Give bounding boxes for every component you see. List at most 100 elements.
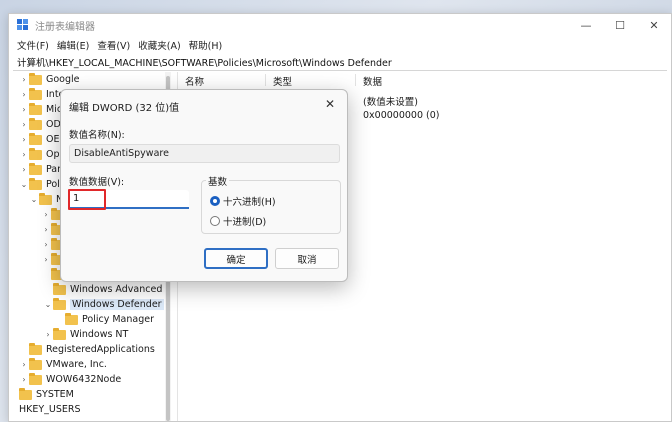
tree-item[interactable]: HKEY_USERS xyxy=(9,402,81,417)
tree-item-label: Par xyxy=(46,164,62,175)
column-divider[interactable] xyxy=(355,74,356,86)
menu-file[interactable]: 文件(F) xyxy=(17,38,49,52)
tree-item-label: RegisteredApplications xyxy=(46,344,155,355)
chevron-right-icon[interactable]: › xyxy=(19,150,29,159)
tree-item[interactable]: Policy Manager xyxy=(55,312,154,327)
tree-item-label: WOW6432Node xyxy=(46,374,122,385)
tree-item[interactable]: SYSTEM xyxy=(9,387,74,402)
chevron-right-icon[interactable]: › xyxy=(41,240,51,249)
base-groupbox: 基数 十六进制(H) 十进制(D) xyxy=(201,174,341,234)
radio-selected-icon[interactable] xyxy=(210,196,220,206)
chevron-right-icon[interactable]: › xyxy=(19,105,29,114)
minimize-button[interactable]: — xyxy=(569,14,603,36)
tree-item[interactable]: › WOW6432Node xyxy=(19,372,121,387)
dialog-close-icon[interactable]: ✕ xyxy=(320,95,340,113)
column-header-data[interactable]: 数据 xyxy=(363,74,382,88)
tree-item[interactable]: › Ope xyxy=(19,147,65,162)
tree-item[interactable]: Windows Advanced xyxy=(43,282,162,297)
radio-decimal-label: 十进制(D) xyxy=(223,217,267,228)
close-window-button[interactable]: ✕ xyxy=(637,14,671,36)
folder-icon xyxy=(29,102,42,115)
value-data-cell[interactable]: 0x00000000 (0) xyxy=(363,110,440,121)
folder-icon xyxy=(29,342,42,355)
chevron-right-icon[interactable]: › xyxy=(19,120,29,129)
tree-item[interactable]: › Mic xyxy=(19,102,62,117)
folder-icon xyxy=(65,312,78,325)
chevron-right-icon[interactable]: › xyxy=(41,225,51,234)
radio-unselected-icon[interactable] xyxy=(210,216,220,226)
menu-favorites[interactable]: 收藏夹(A) xyxy=(138,38,180,52)
folder-icon xyxy=(39,192,52,205)
radio-hexadecimal[interactable]: 十六进制(H) xyxy=(210,194,276,208)
edit-dword-dialog: 编辑 DWORD (32 位)值 ✕ 数值名称(N): DisableAntiS… xyxy=(60,89,348,282)
title-bar: 注册表编辑器 — ☐ ✕ xyxy=(9,14,671,36)
column-header-name[interactable]: 名称 xyxy=(185,74,204,88)
chevron-right-icon[interactable]: › xyxy=(19,360,29,369)
folder-icon xyxy=(29,132,42,145)
window-title: 注册表编辑器 xyxy=(35,21,95,33)
folder-icon xyxy=(53,297,66,310)
chevron-right-icon[interactable]: › xyxy=(19,165,29,174)
tree-item-label: VMware, Inc. xyxy=(46,359,107,370)
tree-item-label: OD xyxy=(46,119,61,130)
menu-help[interactable]: 帮助(H) xyxy=(189,38,223,52)
folder-icon xyxy=(29,87,42,100)
tree-item[interactable]: ⌄ Poli xyxy=(19,177,62,192)
chevron-right-icon[interactable]: › xyxy=(19,135,29,144)
folder-icon xyxy=(29,147,42,160)
folder-icon xyxy=(19,387,32,400)
tree-item[interactable]: › Windows NT xyxy=(43,327,128,342)
ok-button[interactable]: 确定 xyxy=(204,248,268,269)
value-name-text: DisableAntiSpyware xyxy=(74,148,169,159)
chevron-down-icon[interactable]: ⌄ xyxy=(43,300,53,309)
chevron-right-icon[interactable]: › xyxy=(19,75,29,84)
folder-icon xyxy=(53,327,66,340)
menu-bar: 文件(F) 编辑(E) 查看(V) 收藏夹(A) 帮助(H) xyxy=(9,37,230,53)
registry-editor-app-icon xyxy=(17,19,29,31)
maximize-button[interactable]: ☐ xyxy=(603,14,637,36)
menu-view[interactable]: 查看(V) xyxy=(97,38,130,52)
tree-item-label: SYSTEM xyxy=(36,389,74,400)
radio-decimal[interactable]: 十进制(D) xyxy=(210,214,266,228)
column-header-type[interactable]: 类型 xyxy=(273,74,292,88)
folder-icon xyxy=(29,357,42,370)
tree-item[interactable]: › OD xyxy=(19,117,61,132)
tree-item-label: Windows NT xyxy=(70,329,129,340)
tree-item[interactable]: › Par xyxy=(19,162,61,177)
tree-item[interactable]: › VMware, Inc. xyxy=(19,357,107,372)
tree-item-label: Windows Advanced xyxy=(70,284,163,295)
chevron-right-icon[interactable]: › xyxy=(41,210,51,219)
menu-edit[interactable]: 编辑(E) xyxy=(57,38,89,52)
column-divider[interactable] xyxy=(265,74,266,86)
chevron-down-icon[interactable]: ⌄ xyxy=(29,195,39,204)
radio-hexadecimal-label: 十六进制(H) xyxy=(223,197,276,208)
cancel-button[interactable]: 取消 xyxy=(275,248,339,269)
tree-item-label: Google xyxy=(46,74,80,85)
tree-item[interactable]: › Google xyxy=(19,72,80,87)
tree-item-label: Windows Defender xyxy=(70,299,164,310)
base-label: 基数 xyxy=(206,174,230,188)
folder-icon xyxy=(29,72,42,85)
value-name-label: 数值名称(N): xyxy=(69,130,125,141)
tree-item[interactable]: RegisteredApplications xyxy=(19,342,155,357)
tree-item-label: Policy Manager xyxy=(82,314,154,325)
address-bar[interactable]: 计算机\HKEY_LOCAL_MACHINE\SOFTWARE\Policies… xyxy=(13,54,667,71)
tree-item[interactable]: ⌄N xyxy=(29,192,63,207)
value-data-cell[interactable]: (数值未设置) xyxy=(363,94,418,108)
chevron-right-icon[interactable]: › xyxy=(43,330,53,339)
chevron-right-icon[interactable]: › xyxy=(19,90,29,99)
dialog-title: 编辑 DWORD (32 位)值 xyxy=(69,103,180,114)
folder-icon xyxy=(53,282,66,295)
tree-item-label: HKEY_USERS xyxy=(19,404,81,415)
folder-icon xyxy=(29,117,42,130)
chevron-right-icon[interactable]: › xyxy=(41,255,51,264)
folder-icon xyxy=(29,372,42,385)
value-data-highlight-box xyxy=(68,189,106,210)
value-name-field: DisableAntiSpyware xyxy=(69,144,340,163)
folder-icon xyxy=(29,177,42,190)
tree-item-selected[interactable]: ⌄ Windows Defender xyxy=(43,297,164,312)
chevron-right-icon[interactable]: › xyxy=(19,375,29,384)
tree-item[interactable]: › OEI xyxy=(19,132,62,147)
values-list-header: 名称 类型 数据 xyxy=(179,72,671,88)
chevron-down-icon[interactable]: ⌄ xyxy=(19,180,29,189)
